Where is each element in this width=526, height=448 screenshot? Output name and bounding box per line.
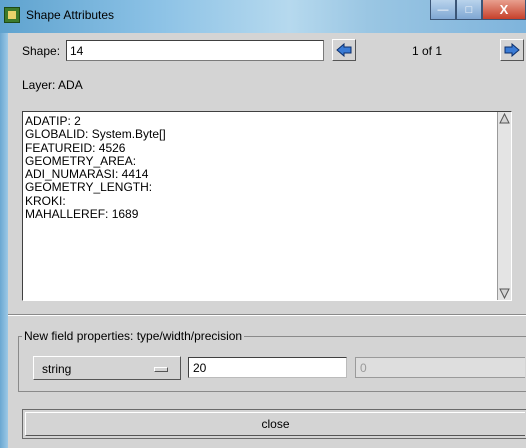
field-type-value: string — [42, 362, 72, 376]
field-precision-input — [355, 357, 525, 378]
new-field-group-title: New field properties: type/width/precisi… — [22, 329, 245, 343]
field-type-select[interactable]: string — [33, 356, 181, 380]
close-button[interactable]: close — [25, 412, 525, 436]
close-window-button[interactable]: X — [482, 0, 526, 20]
scroll-up-icon[interactable] — [498, 112, 511, 125]
section-divider — [8, 314, 526, 316]
shape-input[interactable] — [66, 40, 324, 61]
attribute-line: GLOBALID: System.Byte[] — [25, 127, 166, 142]
attribute-line: GEOMETRY_AREA: — [25, 153, 137, 168]
attributes-text-area[interactable]: ADATIP: 2 GLOBALID: System.Byte[] FEATUR… — [22, 111, 512, 301]
option-menu-indicator-icon — [154, 367, 168, 372]
page-indicator: 1 of 1 — [412, 44, 443, 58]
attribute-line: MAHALLEREF: 1689 — [25, 207, 139, 222]
arrow-right-icon — [504, 43, 520, 57]
minimize-icon: — — [437, 3, 449, 16]
shape-attributes-window: Shape Attributes — □ X Shape: 1 of 1 Lay… — [0, 0, 526, 448]
layer-label: Layer: ADA — [22, 78, 83, 92]
window-frame-left — [0, 33, 8, 448]
attribute-line: ADATIP: 2 — [25, 114, 81, 128]
attribute-line: KROKI: — [25, 193, 66, 208]
attribute-line: GEOMETRY_LENGTH: — [25, 180, 153, 195]
window-title: Shape Attributes — [26, 8, 115, 22]
maximize-button[interactable]: □ — [456, 0, 482, 20]
arrow-left-icon — [336, 43, 352, 57]
attribute-line: ADI_NUMARASI: 4414 — [25, 167, 149, 182]
vertical-scrollbar[interactable] — [497, 112, 511, 300]
minimize-button[interactable]: — — [430, 0, 456, 20]
maximize-icon: □ — [465, 3, 473, 16]
shape-label: Shape: — [22, 44, 61, 58]
attribute-line: FEATUREID: 4526 — [25, 140, 126, 155]
scroll-down-icon[interactable] — [498, 287, 511, 300]
next-shape-button[interactable] — [500, 39, 524, 61]
window-controls: — □ X — [430, 0, 526, 22]
title-bar[interactable]: Shape Attributes — □ X — [0, 0, 526, 33]
field-width-input[interactable] — [188, 357, 347, 378]
app-icon — [4, 7, 20, 23]
close-icon: X — [499, 2, 509, 17]
attribute-list: ADATIP: 2 GLOBALID: System.Byte[] FEATUR… — [25, 114, 166, 222]
previous-shape-button[interactable] — [332, 39, 356, 61]
